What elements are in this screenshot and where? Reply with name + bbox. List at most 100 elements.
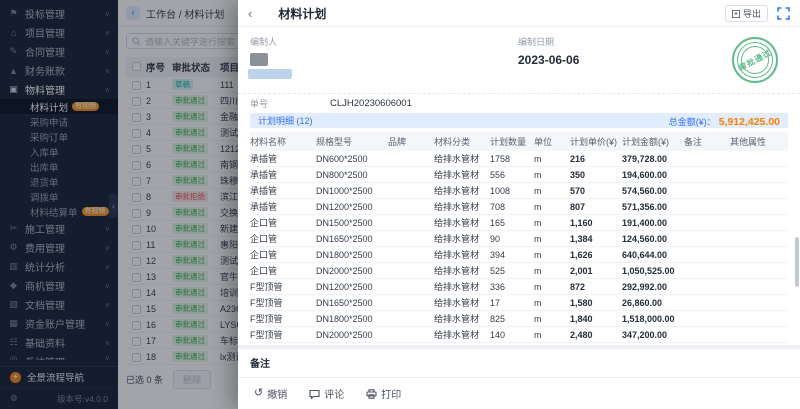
- material-spec: DN2000*2500: [316, 330, 388, 340]
- remark-label: 备注: [250, 355, 788, 370]
- plan-price: 216: [570, 154, 622, 164]
- column-header: 品牌: [388, 135, 434, 148]
- creator-field: 编制人: [250, 35, 518, 87]
- plan-amount: 379,728.00: [622, 154, 684, 164]
- unit: m: [534, 218, 570, 228]
- unit: m: [534, 330, 570, 340]
- drawer-back-icon[interactable]: ‹: [248, 7, 252, 20]
- column-header: 备注: [684, 135, 730, 148]
- material-table-header: 材料名称 规格型号 品牌 材料分类 计划数量 单位 计划单价(¥) 计划金额(¥…: [250, 132, 788, 151]
- column-header: 材料分类: [434, 135, 490, 148]
- column-header: 单位: [534, 135, 570, 148]
- material-name: 承插管: [250, 200, 316, 213]
- material-row: 企口管 DN1800*2500 给排水管材 394 m 1,626 640,64…: [250, 247, 788, 263]
- comment-label: 评论: [324, 386, 344, 401]
- docno-label: 单号: [250, 97, 330, 110]
- plan-quantity: 394: [490, 250, 534, 260]
- plan-amount: 191,400.00: [622, 218, 684, 228]
- material-name: 承插管: [250, 184, 316, 197]
- material-name: F型顶管: [250, 296, 316, 309]
- material-name: F型顶管: [250, 280, 316, 293]
- plan-amount: 124,560.00: [622, 234, 684, 244]
- date-field: 编制日期 2023-06-06: [518, 35, 579, 87]
- material-category: 给排水管材: [434, 312, 490, 325]
- material-category: 给排水管材: [434, 168, 490, 181]
- material-row: F型顶管 DN1650*2500 给排水管材 17 m 1,580 26,860…: [250, 295, 788, 311]
- plan-amount: 194,600.00: [622, 170, 684, 180]
- plan-price: 570: [570, 186, 622, 196]
- material-row: F型顶管 DN2000*2500 给排水管材 140 m 2,480 347,2…: [250, 327, 788, 343]
- creator-label: 编制人: [250, 35, 518, 48]
- plan-price: 2,480: [570, 330, 622, 340]
- material-row: 企口管 DN2000*2500 给排水管材 525 m 2,001 1,050,…: [250, 263, 788, 279]
- date-value: 2023-06-06: [518, 53, 579, 67]
- material-spec: DN800*2500: [316, 170, 388, 180]
- undo-button[interactable]: ↺ 撤销: [254, 386, 287, 401]
- material-name: 企口管: [250, 216, 316, 229]
- material-spec: DN1800*2500: [316, 314, 388, 324]
- plan-amount: 26,860.00: [622, 298, 684, 308]
- material-name: F型顶管: [250, 328, 316, 341]
- unit: m: [534, 154, 570, 164]
- material-row: 承插管 DN1000*2500 给排水管材 1008 m 570 574,560…: [250, 183, 788, 199]
- material-spec: DN1200*2500: [316, 282, 388, 292]
- plan-amount: 1,050,525.00: [622, 266, 684, 276]
- plan-quantity: 165: [490, 218, 534, 228]
- material-row: F型顶管 DN1800*2500 给排水管材 825 m 1,840 1,518…: [250, 311, 788, 327]
- unit: m: [534, 266, 570, 276]
- detail-count-label: 计划明细 (12): [258, 114, 313, 127]
- plan-quantity: 1758: [490, 154, 534, 164]
- plan-amount: 292,992.00: [622, 282, 684, 292]
- material-category: 给排水管材: [434, 264, 490, 277]
- plan-price: 872: [570, 282, 622, 292]
- material-category: 给排水管材: [434, 280, 490, 293]
- material-name: 企口管: [250, 232, 316, 245]
- creator-redacted-name: [248, 69, 292, 79]
- unit: m: [534, 250, 570, 260]
- material-row: 承插管 DN1200*2500 给排水管材 708 m 807 571,356.…: [250, 199, 788, 215]
- export-button[interactable]: 导出: [725, 5, 768, 22]
- plan-quantity: 556: [490, 170, 534, 180]
- material-category: 给排水管材: [434, 296, 490, 309]
- material-table: 材料名称 规格型号 品牌 材料分类 计划数量 单位 计划单价(¥) 计划金额(¥…: [250, 132, 788, 343]
- drawer-body: 编制人 编制日期 2023-06-06 审批通过 单号: [238, 27, 800, 377]
- plan-quantity: 140: [490, 330, 534, 340]
- plan-quantity: 90: [490, 234, 534, 244]
- drawer-header: ‹ 材料计划 导出: [238, 0, 800, 27]
- material-row: 企口管 DN1650*2500 给排水管材 90 m 1,384 124,560…: [250, 231, 788, 247]
- plan-amount: 1,518,000.00: [622, 314, 684, 324]
- docno-value: CLJH20230606001: [330, 98, 412, 109]
- unit: m: [534, 202, 570, 212]
- print-icon: [366, 389, 377, 399]
- unit: m: [534, 314, 570, 324]
- remark-value: 暂无备注: [250, 376, 788, 377]
- total-amount-label: 总金额(¥)：: [669, 117, 716, 127]
- material-category: 给排水管材: [434, 152, 490, 165]
- fullscreen-icon[interactable]: [777, 7, 790, 20]
- plan-price: 2,001: [570, 266, 622, 276]
- material-name: 承插管: [250, 152, 316, 165]
- material-spec: DN1650*2500: [316, 298, 388, 308]
- material-category: 给排水管材: [434, 184, 490, 197]
- plan-quantity: 525: [490, 266, 534, 276]
- material-spec: DN1000*2500: [316, 186, 388, 196]
- plan-price: 1,840: [570, 314, 622, 324]
- plan-amount: 640,644.00: [622, 250, 684, 260]
- unit: m: [534, 234, 570, 244]
- comment-button[interactable]: 评论: [309, 386, 344, 401]
- print-button[interactable]: 打印: [366, 386, 401, 401]
- plan-quantity: 708: [490, 202, 534, 212]
- scrollbar-thumb[interactable]: [795, 237, 799, 287]
- plan-price: 1,160: [570, 218, 622, 228]
- plan-quantity: 17: [490, 298, 534, 308]
- material-name: F型顶管: [250, 312, 316, 325]
- plan-price: 807: [570, 202, 622, 212]
- column-header: 计划单价(¥): [570, 135, 622, 148]
- material-row: F型顶管 DN1200*2500 给排水管材 336 m 872 292,992…: [250, 279, 788, 295]
- undo-icon: ↺: [254, 388, 263, 399]
- material-category: 给排水管材: [434, 232, 490, 245]
- material-name: 企口管: [250, 248, 316, 261]
- material-spec: DN1500*2500: [316, 218, 388, 228]
- material-spec: DN600*2500: [316, 154, 388, 164]
- material-name: 企口管: [250, 264, 316, 277]
